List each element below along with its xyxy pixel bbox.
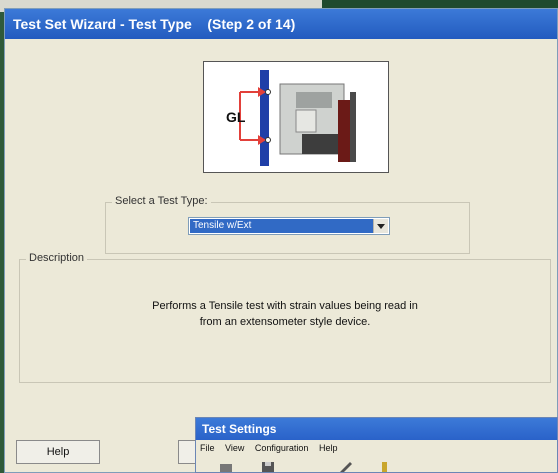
test-type-diagram: GL: [203, 61, 389, 173]
gauge-length-label: GL: [226, 109, 246, 125]
menu-configuration[interactable]: Configuration: [255, 443, 309, 453]
tensile-extensometer-illustration: GL: [226, 70, 356, 166]
grip-top: [296, 92, 332, 108]
wizard-title: Test Set Wizard - Test Type: [13, 16, 192, 32]
wizard-step: (Step 2 of 14): [207, 16, 296, 32]
help-button[interactable]: Help: [16, 440, 100, 464]
test-type-label: Select a Test Type:: [112, 195, 211, 207]
test-settings-window: Test Settings File View Configuration He…: [195, 417, 558, 473]
specimen: [338, 100, 350, 162]
knife-edge-bottom: [265, 137, 271, 143]
test-type-select[interactable]: Tensile w/Ext: [188, 217, 390, 235]
test-type-selected-value: Tensile w/Ext: [190, 219, 373, 233]
test-type-group: Select a Test Type: Tensile w/Ext: [105, 195, 470, 254]
menu-help[interactable]: Help: [319, 443, 338, 453]
description-line-1: Performs a Tensile test with strain valu…: [152, 300, 418, 312]
wizard-titlebar[interactable]: Test Set Wizard - Test Type (Step 2 of 1…: [5, 9, 557, 39]
description-line-2: from an extensometer style device.: [199, 316, 371, 328]
menu-view[interactable]: View: [225, 443, 244, 453]
toolbar-new-icon[interactable]: [218, 460, 234, 472]
test-set-wizard-window: Test Set Wizard - Test Type (Step 2 of 1…: [4, 8, 558, 473]
test-settings-menubar: File View Configuration Help: [196, 440, 557, 456]
description-group: Description Performs a Tensile test with…: [19, 252, 551, 383]
menu-file[interactable]: File: [200, 443, 215, 453]
description-text: Performs a Tensile test with strain valu…: [20, 298, 550, 330]
toolbar-tool-icon[interactable]: [376, 460, 392, 472]
chevron-down-icon[interactable]: [373, 219, 388, 233]
test-settings-titlebar[interactable]: Test Settings: [196, 418, 557, 440]
fixture-bar: [260, 70, 269, 166]
toolbar-save-icon[interactable]: [260, 460, 276, 472]
extensometer-block: [295, 109, 317, 133]
test-settings-toolbar: [196, 456, 557, 472]
description-label: Description: [26, 252, 88, 264]
knife-edge-top: [265, 89, 271, 95]
grip-side: [350, 92, 356, 162]
toolbar-edit-icon[interactable]: [338, 460, 354, 472]
